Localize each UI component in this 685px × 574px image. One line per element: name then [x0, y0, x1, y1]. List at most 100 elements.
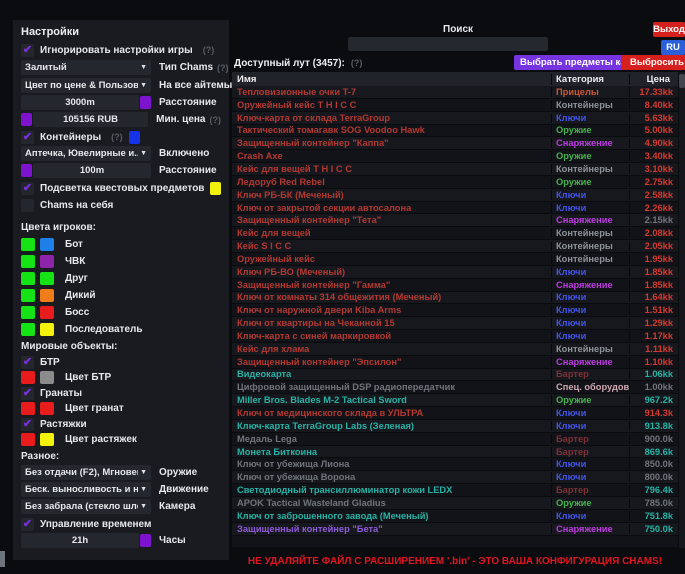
table-row[interactable]: Защищенный контейнер "Гамма"Снаряжение1.… — [232, 279, 678, 292]
world-object-checkbox[interactable] — [21, 387, 34, 400]
table-row[interactable]: Защищенный контейнер "Бета"Снаряжение750… — [232, 523, 678, 536]
table-row[interactable]: Защищенный контейнер "Эпсилон"Снаряжение… — [232, 356, 678, 369]
color-swatch[interactable] — [40, 402, 54, 415]
color-swatch[interactable] — [21, 433, 35, 446]
color-swatch[interactable] — [40, 289, 54, 302]
table-row[interactable]: Медаль LegaБартер900.0k — [232, 433, 678, 446]
table-row[interactable]: Miller Bros. Blades M-2 Tactical SwordОр… — [232, 394, 678, 407]
table-row[interactable]: Crash AxeОружие3.40kk — [232, 150, 678, 163]
table-row[interactable]: Оружейный кейсКонтейнеры1.95kk — [232, 253, 678, 266]
containers-color-swatch[interactable] — [129, 131, 140, 144]
time-control-checkbox[interactable] — [21, 518, 34, 531]
table-row[interactable]: Защищенный контейнер "Тета"Снаряжение2.1… — [232, 214, 678, 227]
color-swatch[interactable] — [40, 255, 54, 268]
color-swatch[interactable] — [21, 272, 35, 285]
table-row[interactable]: Тактический томагавк SOG Voodoo HawkОруж… — [232, 125, 678, 138]
table-row[interactable]: Защищенный контейнер "Каппа"Снаряжение4.… — [232, 137, 678, 150]
weapon-row: Без отдачи (F2), Мгновенное п ▼ Оружие — [21, 465, 221, 480]
color-swatch[interactable] — [40, 323, 54, 336]
table-row[interactable]: Кейс для хламаКонтейнеры1.11kk — [232, 343, 678, 356]
color-swatch[interactable] — [21, 255, 35, 268]
table-row[interactable]: Кейс для вещей T H I C CКонтейнеры3.10kk — [232, 163, 678, 176]
color-swatch[interactable] — [21, 323, 35, 336]
containers-filter-dropdown[interactable]: Аптечка, Ювелирные и... ▼ — [21, 146, 151, 161]
column-header-category[interactable]: Категория — [551, 74, 629, 85]
table-row[interactable]: Оружейный кейс T H I C CКонтейнеры8.40kk — [232, 99, 678, 112]
column-header-price[interactable]: Цена — [629, 74, 678, 85]
table-row[interactable]: Кейс для вещейКонтейнеры2.08kk — [232, 227, 678, 240]
color-swatch[interactable] — [21, 289, 35, 302]
color-swatch[interactable] — [21, 306, 35, 319]
table-row[interactable]: Ключ-карта от склада TerraGroupКлючи5.63… — [232, 112, 678, 125]
color-swatch[interactable] — [21, 371, 35, 384]
item-name: Оружейный кейс T H I C C — [232, 100, 551, 110]
item-name: Защищенный контейнер "Тета" — [232, 215, 551, 225]
color-swatch[interactable] — [40, 238, 54, 251]
table-row[interactable]: Ключ от убежища ЛионаКлючи850.0k — [232, 458, 678, 471]
table-row[interactable]: Цифровой защищенный DSP радиопередатчикС… — [232, 381, 678, 394]
table-row[interactable]: Ключ-карта TerraGroup Labs (Зеленая)Ключ… — [232, 420, 678, 433]
table-row[interactable]: Ключ от квартиры на Чеканной 15Ключи1.29… — [232, 317, 678, 330]
table-row[interactable] — [232, 536, 678, 548]
quest-highlight-color-swatch[interactable] — [210, 182, 221, 195]
drop-all-button[interactable]: Выбросить все — [621, 55, 685, 70]
table-row[interactable]: Тепловизионные очки T-7Прицелы17.33kk — [232, 86, 678, 99]
hours-color-swatch[interactable] — [140, 534, 151, 547]
quest-highlight-checkbox[interactable] — [21, 182, 34, 195]
table-row[interactable]: Ледоруб Red RebelОружие2.75kk — [232, 176, 678, 189]
world-object-checkbox[interactable] — [21, 356, 34, 369]
color-swatch[interactable] — [40, 272, 54, 285]
chams-type-dropdown[interactable]: Залитый ▼ — [21, 60, 151, 75]
table-row[interactable]: APOK Tactical Wasteland GladiusОружие785… — [232, 497, 678, 510]
camera-dropdown[interactable]: Без забрала (стекло шлема) ▼ — [21, 499, 151, 514]
table-row[interactable]: Ключ РБ-ВО (Меченый)Ключи1.85kk — [232, 266, 678, 279]
table-row[interactable]: ВидеокартаБартер1.06kk — [232, 369, 678, 382]
table-row[interactable]: Ключ от закрытой секции автосалонаКлючи2… — [232, 202, 678, 215]
chevron-down-icon: ▼ — [140, 64, 147, 71]
config-warning-text: НЕ УДАЛЯЙТЕ ФАЙЛ С РАСШИРЕНИЕМ '.bin' - … — [232, 556, 678, 567]
min-price-input[interactable]: 105156 RUB — [33, 112, 148, 127]
containers-checkbox[interactable] — [21, 131, 34, 144]
min-price-color-swatch[interactable] — [21, 113, 32, 126]
hours-input[interactable]: 21h — [21, 533, 139, 548]
time-control-label: Управление временем — [40, 519, 151, 530]
world-object-checkbox[interactable] — [21, 418, 34, 431]
item-category: Ключи — [551, 421, 629, 431]
table-row[interactable]: Ключ от медицинского склада в УЛЬТРАКлюч… — [232, 407, 678, 420]
left-scrollbar-thumb[interactable] — [0, 551, 5, 567]
weapon-dropdown[interactable]: Без отдачи (F2), Мгновенное п ▼ — [21, 465, 151, 480]
table-row[interactable]: Ключ от заброшенного завода (Меченый)Клю… — [232, 510, 678, 523]
color-swatch[interactable] — [40, 433, 54, 446]
table-row[interactable]: Ключ РБ-БК (Меченый)Ключи2.58kk — [232, 189, 678, 202]
table-row[interactable]: Ключ от наружной двери Kiba ArmsКлючи1.5… — [232, 304, 678, 317]
table-row[interactable]: Светодиодный трансиллюминатор кожи LEDXБ… — [232, 484, 678, 497]
containers-distance-input[interactable]: 100m — [33, 163, 151, 178]
scrollbar-thumb[interactable] — [679, 74, 685, 88]
table-row[interactable]: Кейс S I C CКонтейнеры2.05kk — [232, 240, 678, 253]
column-header-name[interactable]: Имя — [232, 74, 551, 85]
color-swatch[interactable] — [21, 238, 35, 251]
table-scrollbar[interactable] — [679, 72, 685, 548]
table-row[interactable]: Ключ от комнаты 314 общежития (Меченый)К… — [232, 292, 678, 305]
containers-distance-color-swatch[interactable] — [21, 164, 32, 177]
app-window: Настройки Игнорировать настройки игры (?… — [0, 0, 685, 574]
item-price: 5.00kk — [629, 125, 678, 135]
movement-dropdown[interactable]: Беск. выносливость и нет уста ▼ — [21, 482, 151, 497]
distance-color-swatch[interactable] — [140, 96, 151, 109]
distance-input[interactable]: 3000m — [21, 95, 139, 110]
table-row[interactable]: Ключ-карта с синей маркировкойКлючи1.17k… — [232, 330, 678, 343]
table-row[interactable]: Ключ от убежища ВоронаКлючи800.0k — [232, 471, 678, 484]
color-swatch[interactable] — [40, 306, 54, 319]
language-button[interactable]: RU — [661, 40, 685, 55]
search-input[interactable] — [348, 37, 548, 51]
color-swatch[interactable] — [40, 371, 54, 384]
containers-row: Контейнеры (?) — [21, 130, 221, 144]
exit-button[interactable]: Выход — [653, 22, 685, 37]
item-category: Снаряжение — [551, 357, 629, 367]
item-name: Тактический томагавк SOG Voodoo Hawk — [232, 125, 551, 135]
table-row[interactable]: Монета БиткоинаБартер869.6k — [232, 446, 678, 459]
color-swatch[interactable] — [21, 402, 35, 415]
ignore-game-settings-checkbox[interactable] — [21, 44, 34, 57]
chams-self-checkbox[interactable] — [21, 199, 34, 212]
all-items-dropdown[interactable]: Цвет по цене & Пользователь ▼ — [21, 78, 151, 93]
